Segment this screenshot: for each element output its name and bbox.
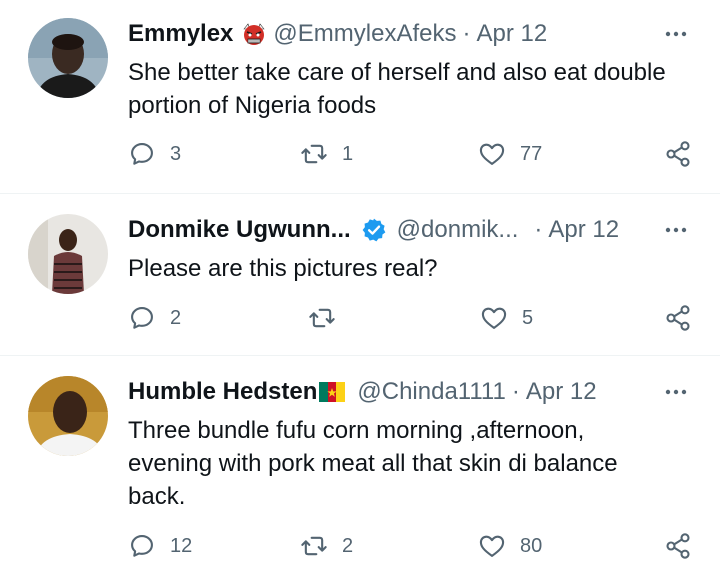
more-icon[interactable] (662, 20, 690, 48)
reply-tweet[interactable]: Humble Hedsten @Chinda1111 · Apr 12 Thre… (0, 356, 720, 570)
share-button[interactable] (664, 140, 692, 168)
tweet-date[interactable]: Apr 12 (476, 20, 547, 48)
like-button[interactable]: 80 (478, 532, 542, 560)
author-name[interactable]: Emmylex (128, 20, 233, 48)
retweet-count: 2 (342, 534, 354, 557)
tweet-actions: 2 5 (128, 304, 692, 336)
reply-count: 2 (170, 306, 182, 329)
like-icon (479, 535, 505, 557)
tweet-actions: 3 1 77 (128, 140, 692, 172)
author-handle[interactable]: @Chinda1111 (357, 378, 505, 406)
verified-badge-icon[interactable] (361, 217, 387, 243)
tweet-date[interactable]: Apr 12 (548, 216, 619, 244)
like-icon (481, 307, 507, 329)
tweet-date[interactable]: Apr 12 (526, 378, 597, 406)
reply-button[interactable]: 2 (128, 304, 181, 332)
avatar[interactable] (28, 214, 108, 294)
like-button[interactable]: 5 (480, 304, 533, 332)
share-button[interactable] (664, 532, 692, 560)
author-handle[interactable]: @EmmylexAfeks (273, 20, 456, 48)
share-button[interactable] (664, 304, 692, 332)
like-count: 5 (522, 306, 534, 329)
reply-tweet[interactable]: Emmylex @EmmylexAfeks · Apr 12 She bette… (0, 0, 720, 192)
reply-button[interactable]: 12 (128, 532, 192, 560)
like-button[interactable]: 77 (478, 140, 542, 168)
reply-count: 12 (170, 534, 193, 557)
retweet-button[interactable]: 1 (300, 140, 353, 168)
reply-icon (131, 143, 153, 165)
like-count: 80 (520, 534, 543, 557)
like-count: 77 (520, 142, 543, 165)
retweet-button[interactable] (308, 304, 350, 332)
tweet-header: Donmike Ugwunn... @donmik... · Apr 12 (128, 214, 700, 246)
share-icon (666, 533, 690, 559)
more-icon[interactable] (662, 378, 690, 406)
cameroon-flag-icon (319, 379, 346, 405)
reply-tweet[interactable]: Donmike Ugwunn... @donmik... · Apr 12 Pl… (0, 194, 720, 356)
retweet-count: 1 (342, 142, 354, 165)
author-handle[interactable]: @donmik... (397, 216, 519, 244)
more-icon[interactable] (662, 216, 690, 244)
tweet-header: Humble Hedsten @Chinda1111 · Apr 12 (128, 376, 700, 408)
retweet-icon (309, 308, 335, 328)
tweet-text: Three bundle fufu corn morning ,afternoo… (128, 417, 618, 510)
tweet-text: Please are this pictures real? (128, 255, 438, 282)
tweet-header: Emmylex @EmmylexAfeks · Apr 12 (128, 18, 700, 50)
avatar[interactable] (28, 18, 108, 98)
reply-icon (131, 535, 153, 557)
share-icon (666, 305, 690, 331)
ogre-emoji-icon (241, 21, 267, 47)
author-name[interactable]: Donmike Ugwunn... (128, 216, 351, 244)
like-icon (479, 143, 505, 165)
retweet-icon (301, 536, 327, 556)
replies-feed: Emmylex @EmmylexAfeks · Apr 12 She bette… (0, 0, 720, 570)
separator: · (534, 216, 543, 243)
separator: · (511, 378, 520, 405)
share-icon (666, 141, 690, 167)
retweet-icon (301, 144, 327, 164)
retweet-button[interactable]: 2 (300, 532, 353, 560)
avatar[interactable] (28, 376, 108, 456)
reply-count: 3 (170, 142, 182, 165)
reply-icon (131, 307, 153, 329)
author-name[interactable]: Humble Hedsten (128, 378, 317, 406)
reply-button[interactable]: 3 (128, 140, 181, 168)
tweet-actions: 12 2 80 (128, 532, 692, 564)
tweet-text: She better take care of herself and also… (128, 59, 666, 119)
separator: · (462, 20, 471, 47)
